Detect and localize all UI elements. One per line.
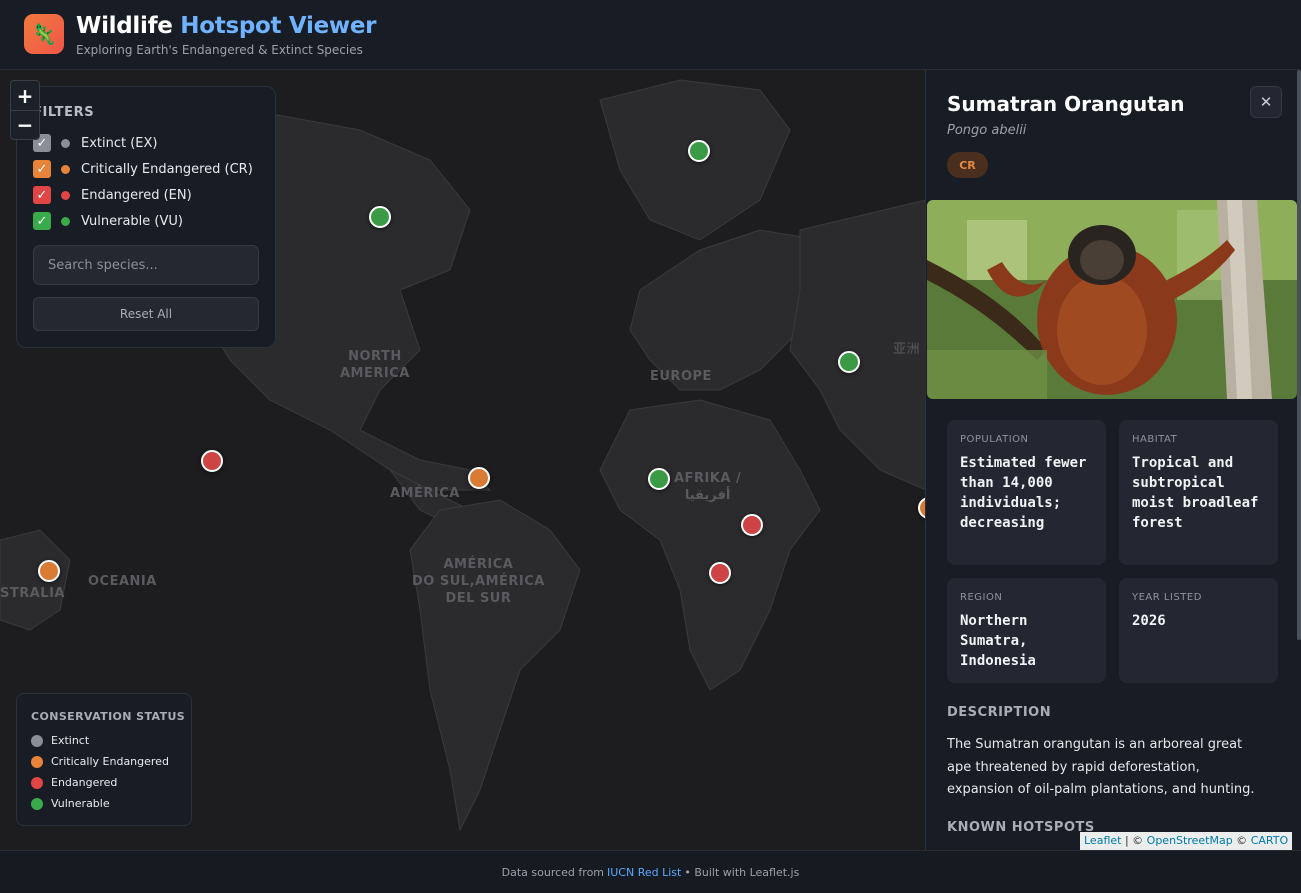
filter-extinct[interactable]: ✓ Extinct (EX) [33, 134, 158, 152]
species-name: Sumatran Orangutan [947, 92, 1185, 116]
species-scientific-name: Pongo abelii [947, 123, 1027, 138]
iucn-red-list-link[interactable]: IUCN Red List [607, 866, 681, 879]
close-icon: ✕ [1259, 93, 1273, 111]
stat-label: YEAR LISTED [1132, 592, 1202, 603]
close-button[interactable]: ✕ [1250, 86, 1282, 118]
map-label-north-america: NORTH AMERICA [340, 349, 410, 381]
filter-label: Vulnerable (VU) [81, 213, 183, 229]
hotspot-marker[interactable] [648, 468, 670, 490]
hotspot-marker[interactable] [741, 514, 763, 536]
panel-scrollbar[interactable] [1297, 70, 1301, 640]
species-search-input[interactable] [33, 245, 259, 285]
carto-link[interactable]: CARTO [1251, 834, 1288, 847]
zoom-control: + − [10, 80, 40, 140]
legend-item-endangered: Endangered [31, 776, 117, 789]
checkbox[interactable]: ✓ [33, 212, 51, 230]
stat-label: POPULATION [960, 434, 1029, 445]
map-label-america: AMÉRICA [390, 486, 460, 501]
hotspot-marker[interactable] [369, 206, 391, 228]
reset-all-button[interactable]: Reset All [33, 297, 259, 331]
map-label-europe: EUROPE [650, 369, 712, 384]
footer-text: • Built with Leaflet.js [684, 865, 800, 879]
filter-label: Critically Endangered (CR) [81, 161, 253, 177]
species-photo [927, 200, 1297, 399]
checkbox[interactable]: ✓ [33, 186, 51, 204]
app-subtitle: Exploring Earth's Endangered & Extinct S… [76, 43, 363, 57]
footer-text: Data sourced from [501, 865, 605, 879]
stat-label: REGION [960, 592, 1003, 603]
map-label-australia: STRALIA [0, 586, 65, 601]
legend-item-extinct: Extinct [31, 734, 89, 747]
stat-value: 2026 [1132, 613, 1166, 629]
hotspot-marker[interactable] [201, 450, 223, 472]
zoom-out-button[interactable]: − [11, 110, 39, 139]
app-footer: Data sourced from IUCN Red List • Built … [0, 850, 1301, 893]
filter-vulnerable[interactable]: ✓ Vulnerable (VU) [33, 212, 183, 230]
checkbox[interactable]: ✓ [33, 160, 51, 178]
status-dot [61, 138, 70, 148]
status-dot [61, 216, 70, 226]
hotspots-title: KNOWN HOTSPOTS [947, 820, 1095, 835]
logo-icon: 🦎 [24, 14, 64, 54]
legend-panel: CONSERVATION STATUS Extinct Critically E… [16, 693, 192, 826]
hotspot-marker[interactable] [468, 467, 490, 489]
app-header: 🦎 Wildlife Hotspot Viewer Exploring Eart… [0, 0, 1301, 70]
status-dot [61, 190, 70, 200]
stat-value: Estimated fewer than 14,000 individuals;… [960, 455, 1087, 531]
hotspot-marker[interactable] [709, 562, 731, 584]
map-attribution: Leaflet | © OpenStreetMap © CARTO [1080, 832, 1293, 850]
stat-card-population: POPULATION Estimated fewer than 14,000 i… [947, 420, 1106, 565]
filter-endangered[interactable]: ✓ Endangered (EN) [33, 186, 192, 204]
stat-card-year-listed: YEAR LISTED 2026 [1119, 578, 1278, 683]
filters-panel: FILTERS ✓ Extinct (EX) ✓ Critically Enda… [16, 86, 276, 348]
filter-label: Extinct (EX) [81, 135, 158, 151]
zoom-in-button[interactable]: + [11, 81, 39, 110]
filter-critically-endangered[interactable]: ✓ Critically Endangered (CR) [33, 160, 253, 178]
legend-title: CONSERVATION STATUS [31, 710, 186, 723]
stat-card-region: REGION Northern Sumatra, Indonesia [947, 578, 1106, 683]
status-dot [61, 164, 70, 174]
legend-item-vulnerable: Vulnerable [31, 797, 110, 810]
hotspot-marker[interactable] [838, 351, 860, 373]
map-label-south-america: AMÉRICA DO SUL,AMÉRICA DEL SUR [412, 557, 545, 606]
map-label-africa: AFRIKA / أفريقيا [674, 471, 742, 503]
map-label-oceania: OCEANIA [88, 574, 157, 589]
stat-card-habitat: HABITAT Tropical and subtropical moist b… [1119, 420, 1278, 565]
filters-title: FILTERS [33, 105, 95, 120]
description-title: DESCRIPTION [947, 705, 1052, 720]
species-description: The Sumatran orangutan is an arboreal gr… [947, 737, 1255, 797]
stat-label: HABITAT [1132, 434, 1178, 445]
legend-item-critically-endangered: Critically Endangered [31, 755, 169, 768]
leaflet-link[interactable]: Leaflet [1084, 834, 1121, 847]
map-label-asia: 亚洲 [893, 342, 921, 357]
stat-value: Northern Sumatra, Indonesia [960, 613, 1036, 669]
hotspot-marker[interactable] [38, 560, 60, 582]
species-detail-panel: Sumatran Orangutan Pongo abelii ✕ CR POP… [925, 70, 1301, 850]
hotspot-marker[interactable] [688, 140, 710, 162]
openstreetmap-link[interactable]: OpenStreetMap [1147, 834, 1233, 847]
app-title: Wildlife Hotspot Viewer [76, 13, 377, 39]
filter-label: Endangered (EN) [81, 187, 192, 203]
stat-value: Tropical and subtropical moist broadleaf… [1132, 455, 1259, 531]
status-badge: CR [947, 152, 988, 178]
